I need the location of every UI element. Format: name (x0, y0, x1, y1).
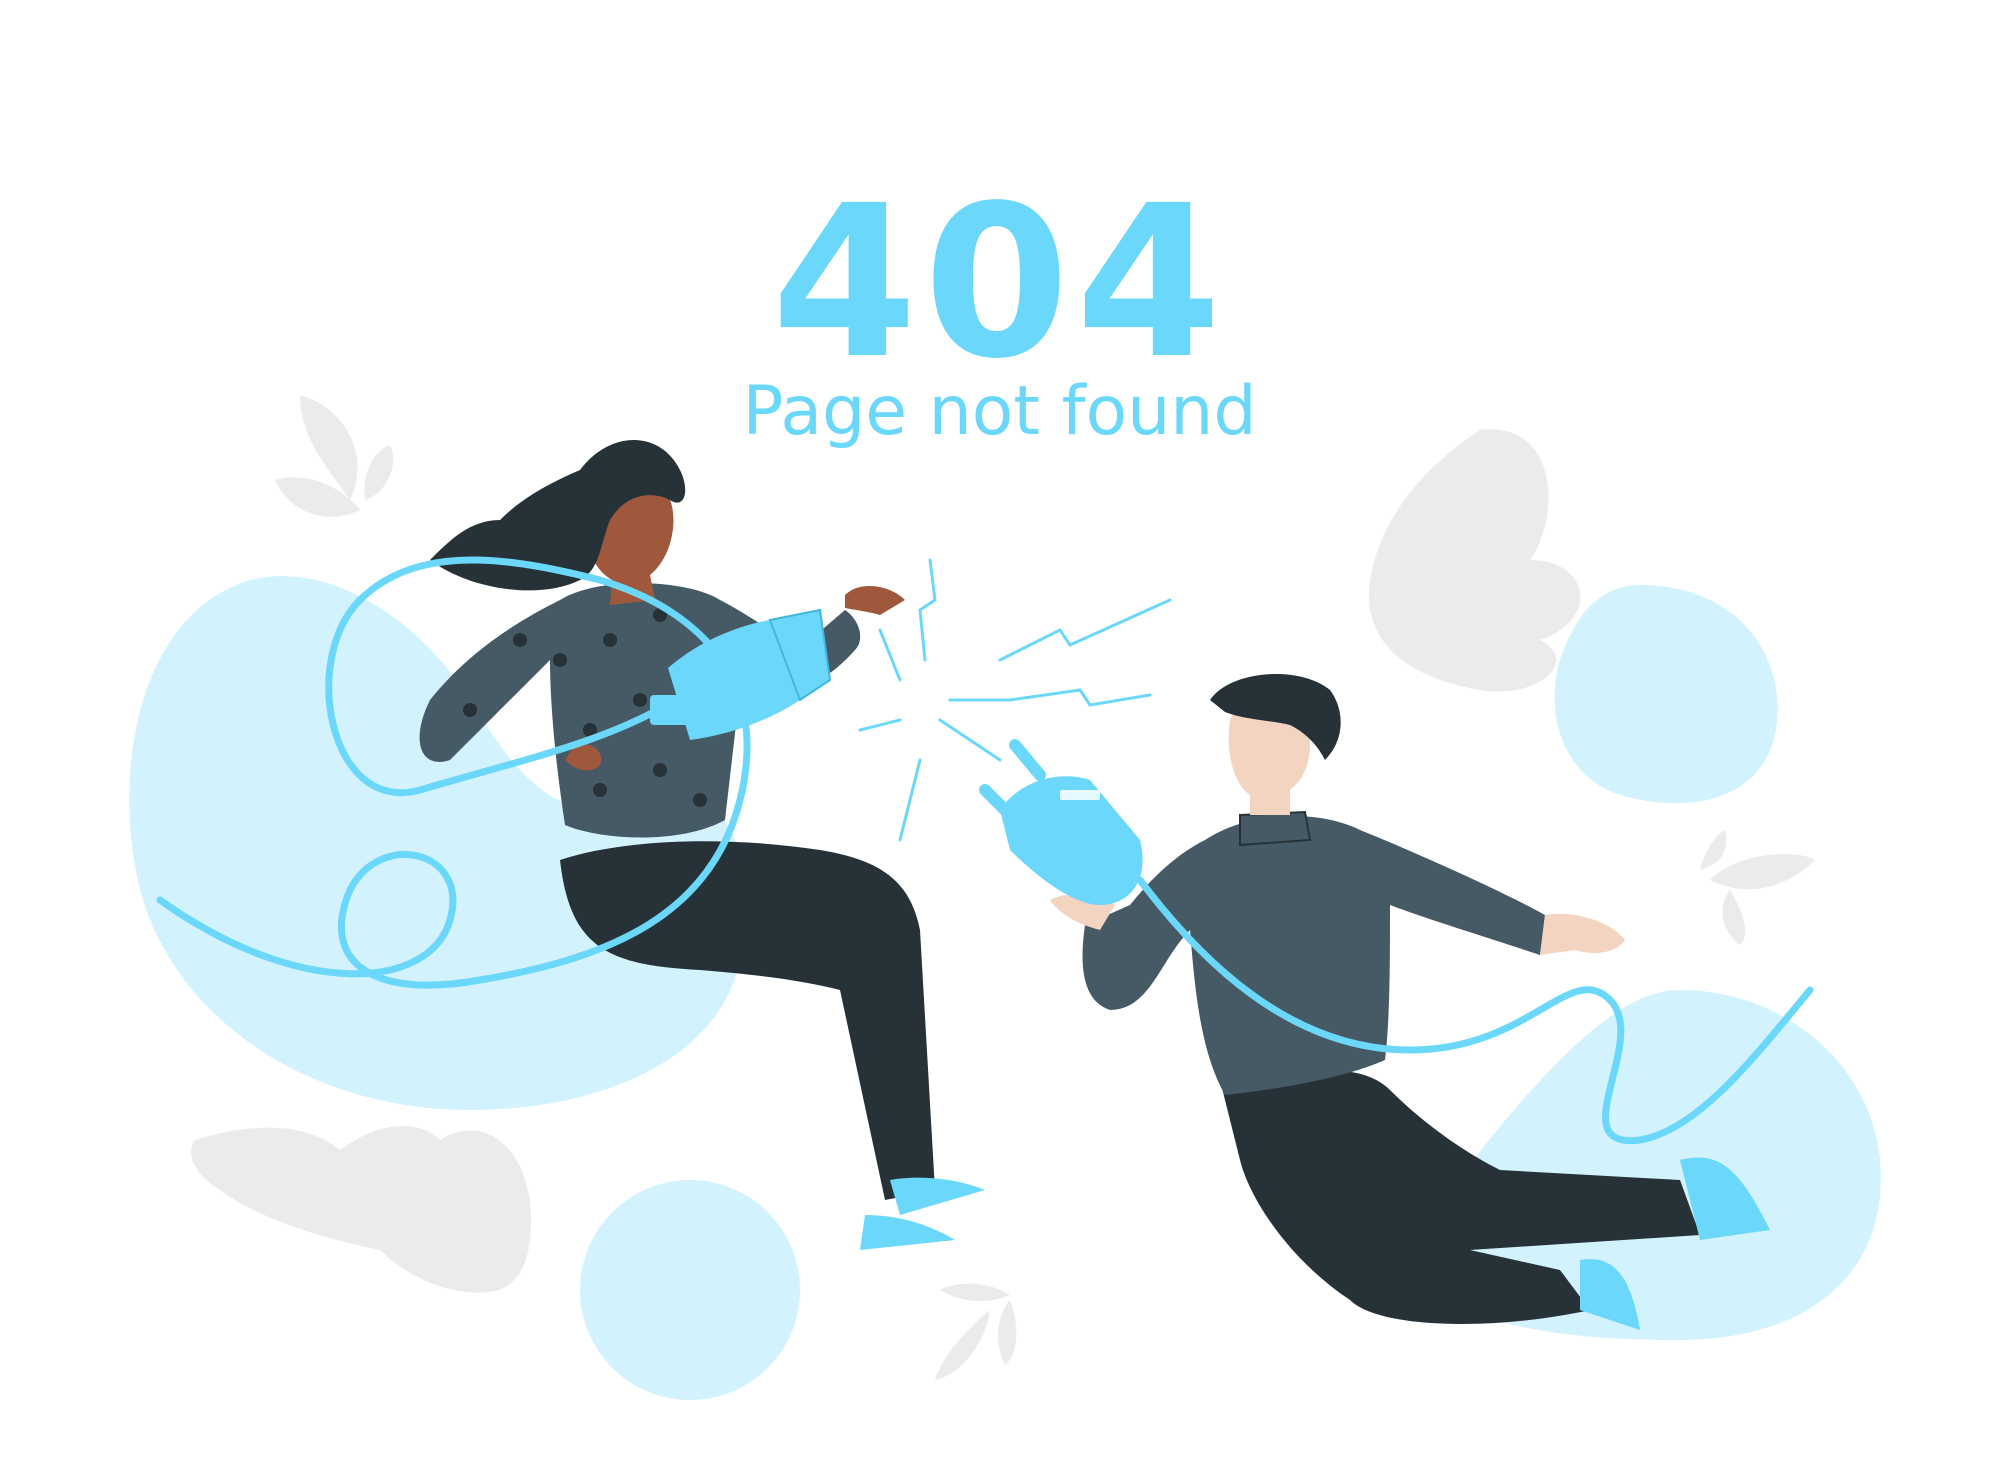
error-page: 404 Page not found (0, 0, 1999, 1477)
blob-right-top (1554, 585, 1778, 804)
leaf-icon (1368, 429, 1581, 692)
leaf-icon (935, 1283, 1017, 1380)
blob-bottom-center (580, 1180, 800, 1400)
leaf-icon (191, 1126, 531, 1293)
error-code: 404 (771, 160, 1228, 405)
plug-icon (979, 739, 1143, 905)
error-message: Page not found (742, 372, 1257, 451)
leaf-icon (1700, 830, 1815, 945)
